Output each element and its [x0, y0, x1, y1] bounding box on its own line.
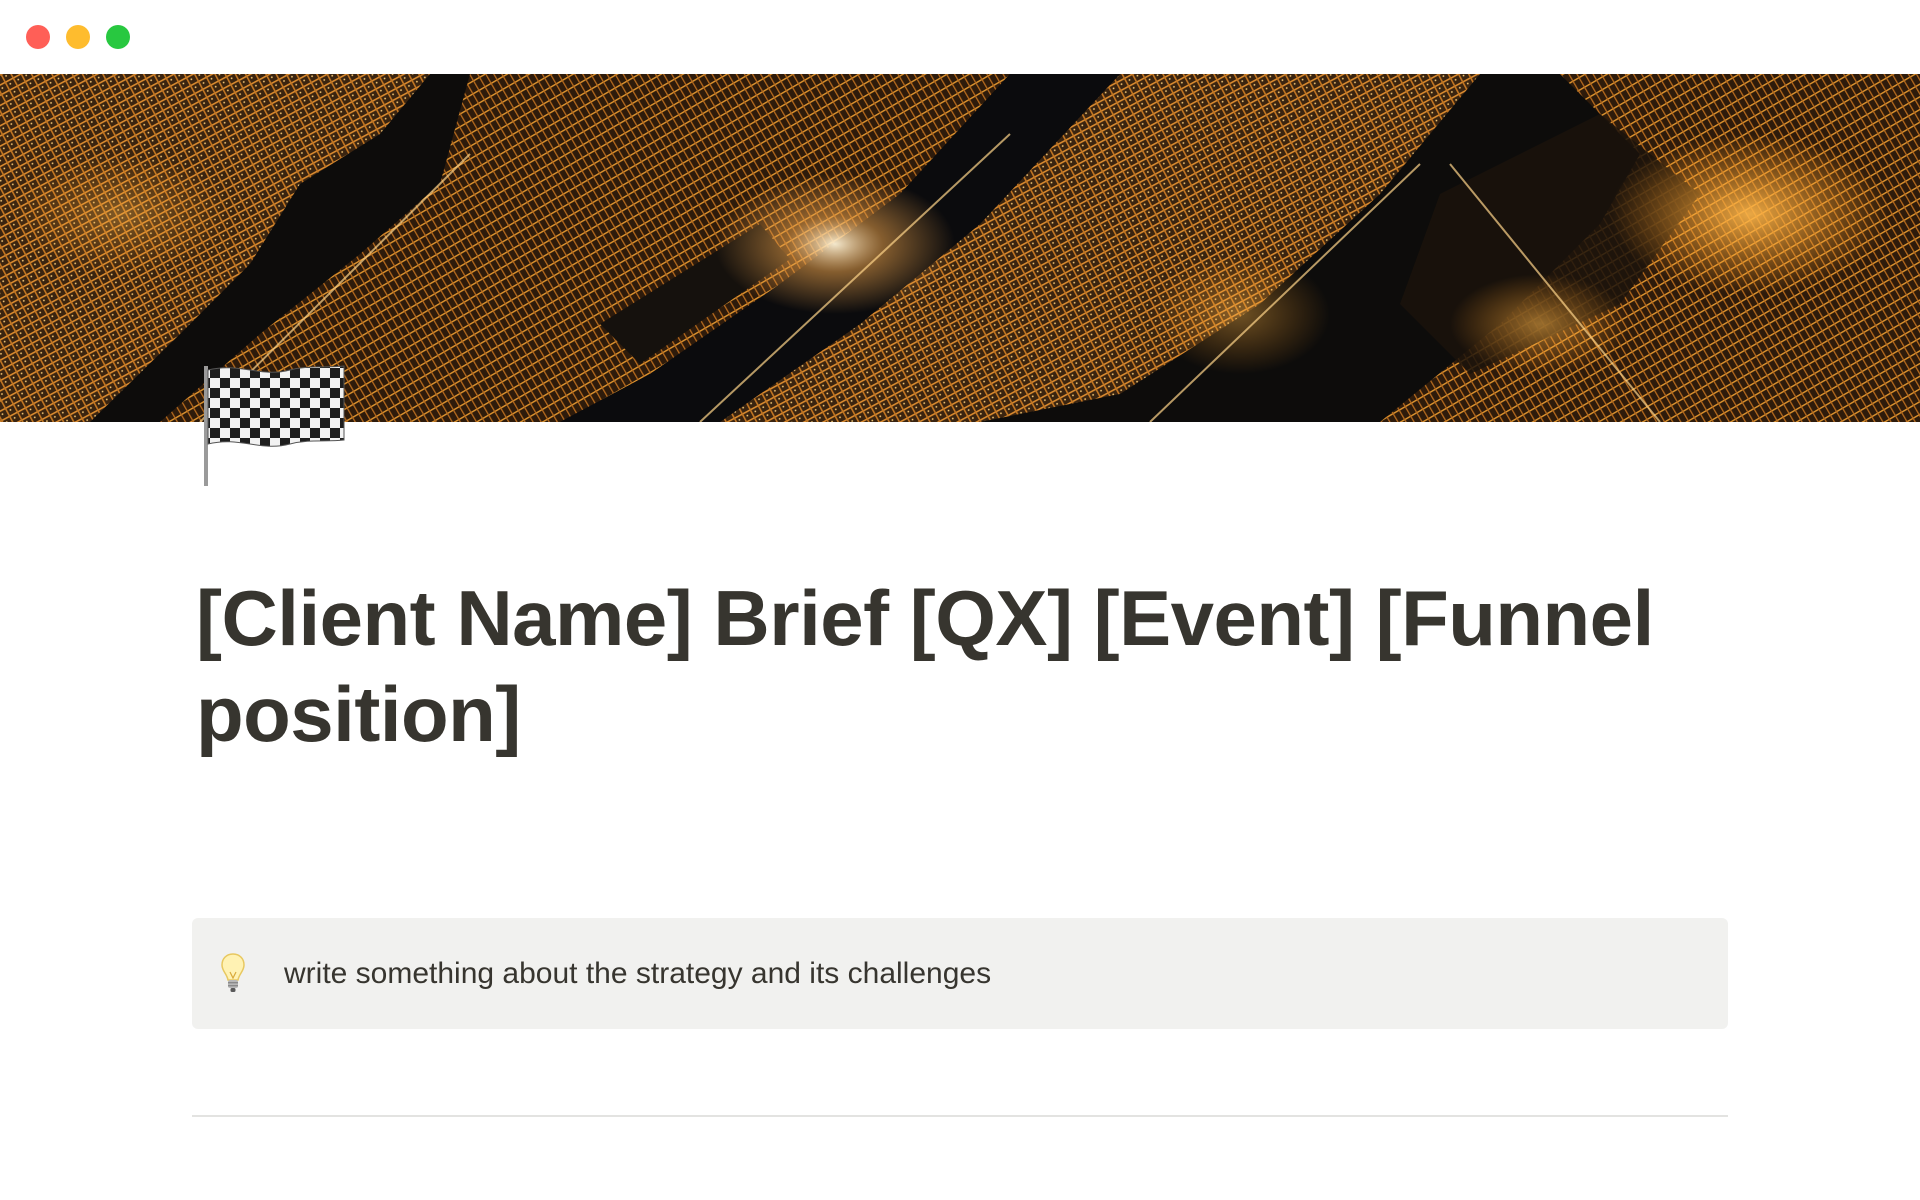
app-window: [Client Name] Brief [QX] [Event] [Funnel…	[0, 0, 1920, 1200]
minimize-window-button[interactable]	[66, 25, 90, 49]
callout-text[interactable]: write something about the strategy and i…	[284, 956, 991, 992]
checkered-flag-icon[interactable]	[200, 358, 350, 488]
title-bar	[0, 0, 1920, 74]
divider	[192, 1115, 1728, 1117]
page-title[interactable]: [Client Name] Brief [QX] [Event] [Funnel…	[196, 570, 1756, 762]
close-window-button[interactable]	[26, 25, 50, 49]
callout-block[interactable]: write something about the strategy and i…	[192, 918, 1728, 1029]
zoom-window-button[interactable]	[106, 25, 130, 49]
light-bulb-icon[interactable]	[220, 952, 246, 996]
